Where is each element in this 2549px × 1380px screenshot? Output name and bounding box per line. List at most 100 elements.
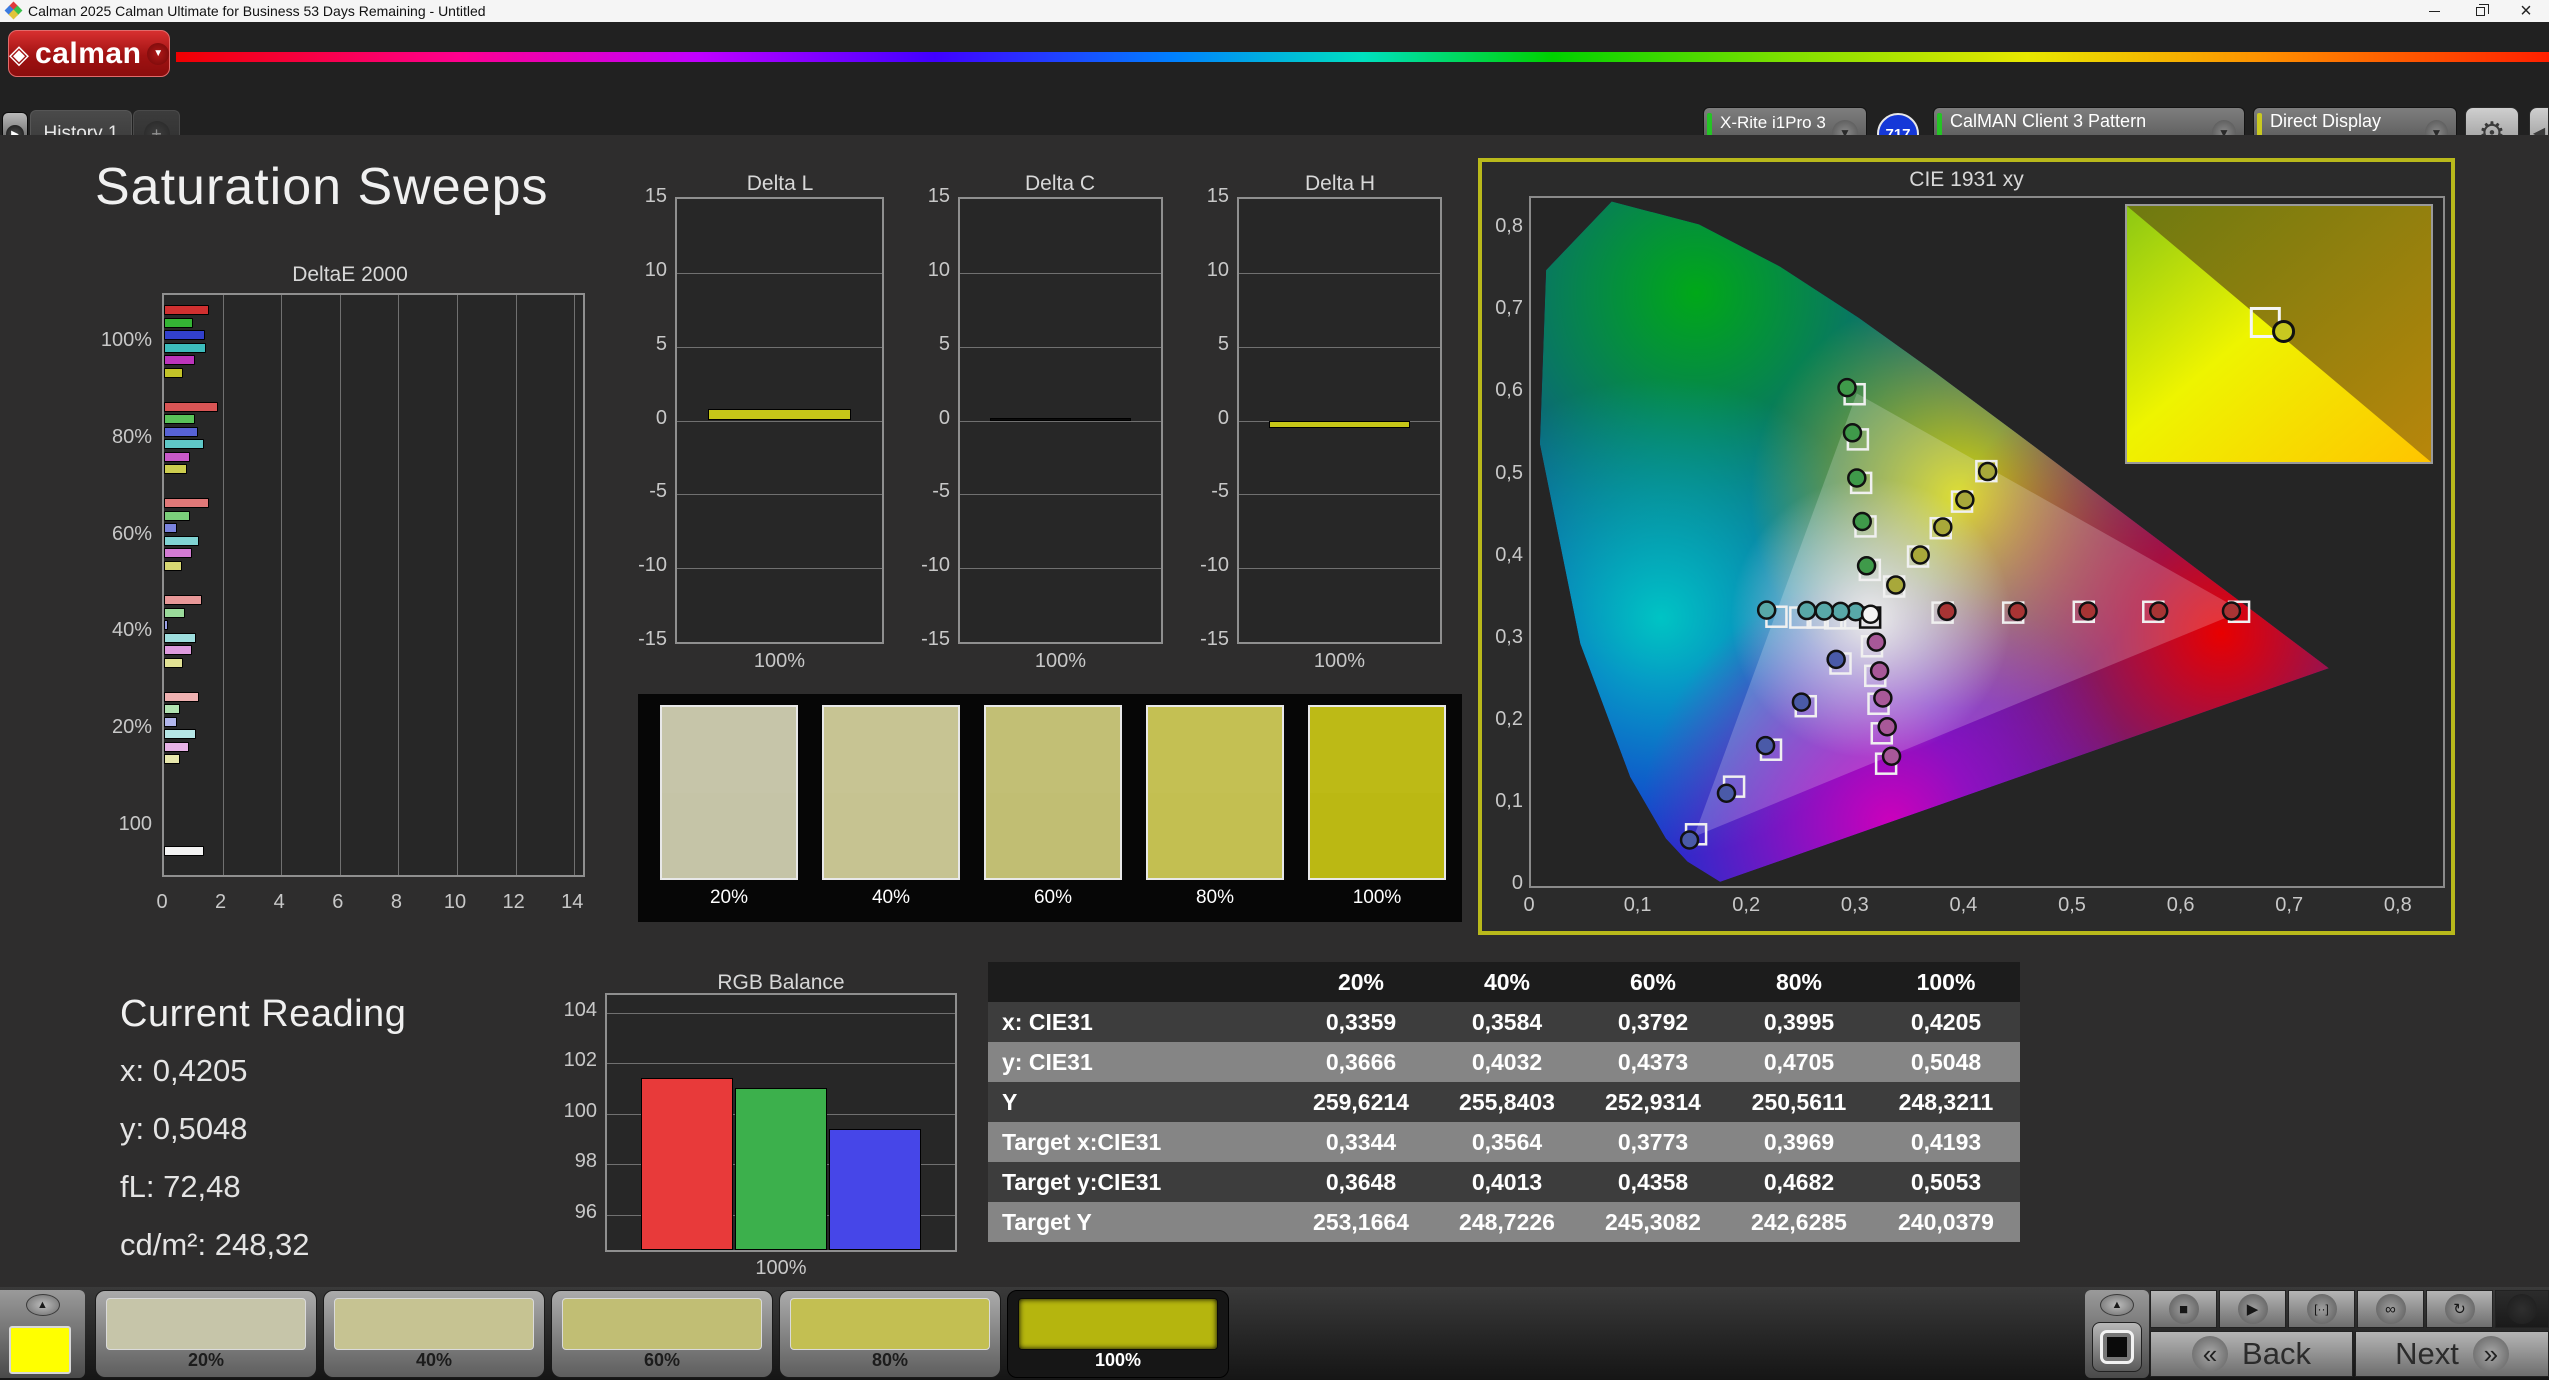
pattern-swatch-label: 40%	[415, 1350, 453, 1370]
measured-white	[1860, 604, 1881, 624]
deltae-bar-yellow	[164, 754, 181, 765]
delta-l-bar	[707, 408, 852, 421]
y-tick-label: 104	[563, 998, 597, 1021]
gridline	[457, 295, 458, 875]
cie-x-tick: 0,2	[1732, 894, 1761, 916]
rgb-balance-chart	[605, 993, 957, 1252]
step-measure-button[interactable]: [··]	[2288, 1290, 2355, 1328]
current-color-swatch[interactable]	[9, 1326, 71, 1374]
deltae-bar-red	[164, 401, 219, 412]
infinity-icon: ∞	[2375, 1294, 2406, 1324]
measured-yellow	[1886, 575, 1906, 595]
pattern-bar-left-panel: ▲	[0, 1290, 85, 1378]
deltae-bar-magenta	[164, 548, 192, 559]
minimize-button[interactable]	[2411, 0, 2457, 22]
swatch-actual	[662, 707, 796, 793]
table-header: 100%	[1872, 962, 2020, 1002]
deltae-bar-red	[164, 691, 200, 702]
current-reading-cdm: cd/m²: 248,32	[120, 1227, 310, 1262]
measured-green	[1837, 377, 1857, 398]
pattern-color-patch	[334, 1298, 534, 1350]
swatch-target	[662, 792, 796, 878]
pattern-swatch-label: 80%	[871, 1350, 909, 1370]
measured-cyan	[1830, 601, 1851, 622]
deltae-bar-blue	[164, 523, 178, 534]
x-axis-label: 100%	[1313, 650, 1366, 672]
y-tick-label: 0	[655, 406, 667, 429]
category-label: 20%	[111, 716, 152, 738]
table-cell: 0,4705	[1726, 1042, 1872, 1082]
pattern-swatch-button-20%[interactable]: 20%	[95, 1290, 317, 1378]
table-header: 20%	[1288, 962, 1434, 1002]
x-tick-label: 2	[215, 891, 227, 913]
y-tick-label: 100	[563, 1099, 597, 1122]
deltae-bar-green	[164, 704, 181, 715]
x-tick-label: 12	[502, 891, 525, 913]
continuous-measure-button[interactable]: ∞	[2357, 1290, 2424, 1328]
table-cell: 0,4193	[1872, 1122, 2020, 1162]
pattern-swatch-button-40%[interactable]: 40%	[323, 1290, 545, 1378]
gridline	[398, 295, 400, 875]
calman-menu-button[interactable]: ◈ calman ▼	[8, 30, 170, 77]
inactive-control-button[interactable]	[2495, 1290, 2549, 1328]
table-cell: 0,5053	[1872, 1162, 2020, 1202]
cie-y-tick: 0	[1511, 872, 1523, 894]
gridline	[960, 420, 1161, 422]
app-header: ◈ calman ▼ ▶ History 1 + X-Rite i1Pro 3 …	[0, 22, 2549, 159]
y-tick-label: -5	[932, 480, 950, 503]
play-button[interactable]: ▶	[2219, 1290, 2286, 1328]
stop-button[interactable]: ■	[2150, 1290, 2217, 1328]
table-cell: 248,7226	[1434, 1202, 1580, 1242]
table-cell: 252,9314	[1580, 1082, 1726, 1122]
deltae-bar-red	[164, 595, 203, 605]
table-cell: 0,4682	[1726, 1162, 1872, 1202]
pattern-swatch-button-60%[interactable]: 60%	[551, 1290, 773, 1378]
calman-logo-text: calman	[35, 36, 142, 70]
deltae-bar-red	[164, 498, 210, 509]
swatch-label: 80%	[1195, 887, 1235, 908]
x-axis-label: 100%	[1034, 650, 1087, 672]
swatch-60%	[984, 705, 1122, 880]
table-cell: 0,4205	[1872, 1002, 2020, 1042]
cie-x-tick: 0,1	[1623, 894, 1652, 916]
category-label: 100	[118, 812, 152, 835]
next-button[interactable]: Next »	[2355, 1331, 2549, 1377]
pattern-swatch-button-100%[interactable]: 100%	[1007, 1290, 1229, 1378]
deltae-bar-yellow	[164, 464, 188, 475]
deltae-bar-cyan	[164, 439, 204, 450]
y-tick-label: 5	[1217, 332, 1229, 355]
table-cell: 0,3792	[1580, 1002, 1726, 1042]
pattern-swatch-button-80%[interactable]: 80%	[779, 1290, 1001, 1378]
delta-h-title: Delta H	[1304, 172, 1376, 195]
back-button[interactable]: « Back	[2150, 1331, 2353, 1377]
gridline	[339, 295, 341, 875]
gridline	[677, 346, 882, 348]
measured-magenta	[1866, 632, 1887, 652]
category-label: 100%	[100, 329, 152, 352]
close-button[interactable]: ×	[2503, 0, 2549, 22]
deltae-bar-green	[164, 510, 191, 521]
y-tick-label: -5	[1211, 480, 1229, 503]
y-tick-label: -10	[1200, 554, 1229, 577]
measured-magenta	[1881, 746, 1902, 767]
table-row: Y 259,6214 255,8403 252,9314 250,5611 248,321…	[988, 1082, 2020, 1122]
expand-up-button[interactable]: ▲	[25, 1294, 60, 1316]
expand-up-button[interactable]: ▲	[2100, 1294, 2134, 1316]
restore-button[interactable]	[2457, 0, 2503, 22]
deltae-bar-green	[164, 317, 194, 328]
table-cell: 240,0379	[1872, 1202, 2020, 1242]
pattern-color-patch	[106, 1298, 306, 1350]
category-label: 40%	[111, 619, 152, 642]
pattern-window-button[interactable]	[2092, 1322, 2142, 1372]
deltae-bar-magenta	[164, 355, 195, 365]
refresh-button[interactable]: ↻	[2426, 1290, 2493, 1328]
y-tick-label: 0	[938, 406, 950, 429]
measured-blue	[1791, 692, 1812, 712]
play-icon: ▶	[2237, 1294, 2268, 1324]
rgb-balance-title: RGB Balance	[717, 971, 845, 994]
cie-zoom-inset	[2125, 204, 2433, 464]
rgb-bar-b	[829, 1128, 921, 1250]
measured-red	[2078, 601, 2098, 621]
cie-1931-panel[interactable]: CIE 1931 xy 0 0,1 0,2 0,3 0,4 0,5 0,6 0,…	[1478, 158, 2455, 935]
cie-x-tick: 0	[1523, 894, 1535, 916]
